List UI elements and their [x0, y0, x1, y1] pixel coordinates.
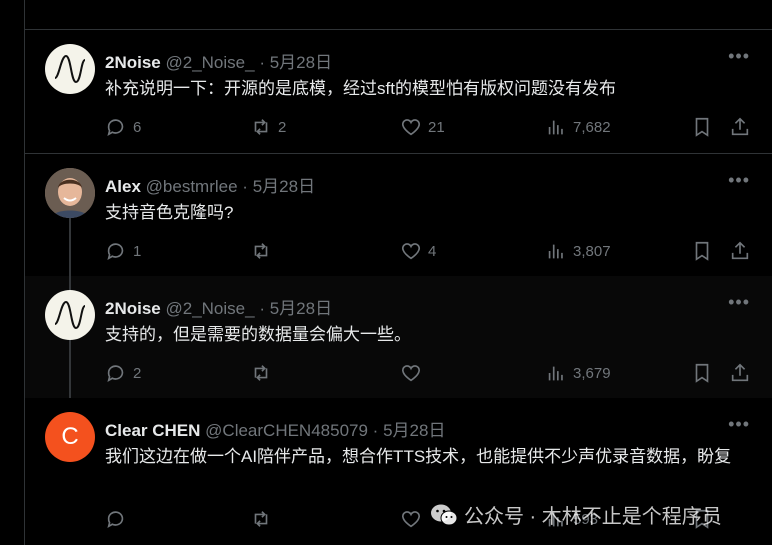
retweet-button[interactable]: [250, 240, 272, 262]
view-count: 3,679: [573, 364, 611, 382]
bookmark-button[interactable]: [691, 116, 713, 138]
retweet-icon: [254, 511, 268, 527]
retweet-button[interactable]: [250, 508, 272, 530]
tweet-date[interactable]: 5月28日: [270, 53, 332, 72]
wave-logo-icon: [54, 300, 86, 330]
action-bar: 6 2 21 7,682: [105, 116, 755, 140]
thread-line: [69, 340, 71, 398]
tweet-text: 支持音色克隆吗?: [105, 203, 234, 222]
share-icon: [731, 241, 749, 260]
avatar-2noise[interactable]: [45, 44, 95, 94]
more-options-button[interactable]: •••: [728, 414, 750, 435]
like-button[interactable]: 4: [400, 240, 436, 262]
like-button[interactable]: [400, 508, 422, 530]
previous-tweet-edge: [24, 0, 772, 30]
like-button[interactable]: [400, 362, 422, 384]
avatar-2noise[interactable]: [45, 290, 95, 340]
tweet-text: 补充说明一下：开源的是底模，经过sft的模型怕有版权问题没有发布: [105, 79, 616, 98]
views-button[interactable]: 3,679: [545, 362, 611, 384]
bookmark-icon: [695, 241, 709, 261]
tweet-header: 2Noise @2_Noise_ · 5月28日: [105, 294, 332, 319]
heart-icon: [401, 119, 421, 136]
reply-button[interactable]: 6: [105, 116, 141, 138]
separator-dot: ·: [372, 421, 379, 440]
like-button[interactable]: 21: [400, 116, 445, 138]
reply-count: 2: [133, 364, 142, 382]
retweet-button[interactable]: 2: [250, 116, 286, 138]
author-name[interactable]: 2Noise: [105, 53, 161, 72]
bookmark-button[interactable]: [691, 362, 713, 384]
reply-button[interactable]: [105, 508, 127, 530]
views-chart-icon: [548, 244, 563, 259]
views-button[interactable]: 3,807: [545, 240, 611, 262]
bookmark-icon: [695, 117, 709, 137]
tweet-date[interactable]: 5月28日: [253, 177, 315, 196]
more-options-button[interactable]: •••: [728, 170, 750, 191]
bookmark-icon: [695, 363, 709, 383]
reply-icon: [107, 243, 124, 261]
reply-count: 6: [133, 118, 142, 136]
wave-logo-icon: [54, 54, 86, 84]
heart-icon: [401, 365, 421, 382]
author-handle[interactable]: @ClearCHEN485079: [205, 421, 368, 440]
reply-button[interactable]: 2: [105, 362, 141, 384]
views-chart-icon: [548, 366, 563, 381]
wechat-watermark: 公众号 · 木林不止是个程序员: [430, 500, 722, 529]
separator-dot: ·: [242, 177, 248, 196]
views-button[interactable]: 7,682: [545, 116, 611, 138]
heart-icon: [401, 511, 421, 528]
share-icon: [731, 363, 749, 382]
thread-line: [69, 218, 71, 276]
reply-icon: [107, 119, 124, 137]
tweet-date[interactable]: 5月28日: [383, 421, 445, 440]
tweet-text: 支持的，但是需要的数据量会偏大一些。: [105, 325, 411, 344]
share-icon: [731, 117, 749, 136]
separator-dot: ·: [259, 299, 265, 318]
share-button[interactable]: [729, 240, 751, 262]
avatar-alex[interactable]: [45, 168, 95, 218]
action-bar: 1 4 3,807: [105, 240, 755, 264]
share-button[interactable]: [729, 362, 751, 384]
reply-button[interactable]: 1: [105, 240, 141, 262]
more-options-button[interactable]: •••: [728, 292, 750, 313]
view-count: 3,807: [573, 242, 611, 260]
view-count: 7,682: [573, 118, 611, 136]
watermark-text: 公众号 · 木林不止是个程序员: [464, 506, 722, 528]
author-handle[interactable]: @2_Noise_: [165, 53, 254, 72]
author-handle[interactable]: @bestmrlee: [146, 177, 238, 196]
tweet-header: Alex @bestmrlee · 5月28日: [105, 172, 315, 197]
like-count: 21: [428, 118, 445, 136]
author-name[interactable]: 2Noise: [105, 299, 161, 318]
retweet-button[interactable]: [250, 362, 272, 384]
tweet-2noise-1[interactable]: 2Noise @2_Noise_ · 5月28日 ••• 补充说明一下：开源的是…: [24, 30, 772, 154]
avatar-clear-chen[interactable]: C: [45, 412, 95, 462]
author-name[interactable]: Alex: [105, 177, 141, 196]
tweet-header: Clear CHEN @ClearCHEN485079 · 5月28日: [105, 416, 445, 441]
reply-count: 1: [133, 242, 142, 260]
retweet-icon: [254, 119, 268, 135]
wechat-icon: [431, 504, 458, 525]
like-count: 4: [428, 242, 437, 260]
tweet-2noise-2[interactable]: 2Noise @2_Noise_ · 5月28日 ••• 支持的，但是需要的数据…: [24, 276, 772, 398]
action-bar: 2 3,679: [105, 362, 755, 386]
bookmark-button[interactable]: [691, 240, 713, 262]
author-handle[interactable]: @2_Noise_: [165, 299, 254, 318]
views-chart-icon: [548, 120, 563, 135]
thread-line: [69, 276, 71, 290]
heart-icon: [401, 243, 421, 260]
separator-dot: ·: [259, 53, 265, 72]
share-button[interactable]: [729, 116, 751, 138]
tweet-date[interactable]: 5月28日: [270, 299, 332, 318]
tweet-text: 我们这边在做一个AI陪伴产品，想合作TTS技术，也能提供不少声优录音数据，盼复: [105, 447, 732, 466]
retweet-icon: [254, 243, 268, 259]
tweet-header: 2Noise @2_Noise_ · 5月28日: [105, 48, 332, 73]
retweet-count: 2: [278, 118, 287, 136]
author-name[interactable]: Clear CHEN: [105, 421, 200, 440]
retweet-icon: [254, 365, 268, 381]
tweet-alex[interactable]: Alex @bestmrlee · 5月28日 ••• 支持音色克隆吗? 1 4…: [24, 154, 772, 276]
profile-photo-icon: [45, 168, 95, 218]
more-options-button[interactable]: •••: [728, 46, 750, 67]
reply-icon: [107, 365, 124, 383]
reply-icon: [107, 511, 124, 529]
